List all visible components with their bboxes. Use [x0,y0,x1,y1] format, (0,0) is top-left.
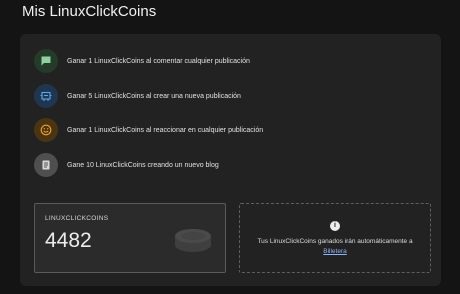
post-icon [34,84,58,108]
earn-item-label: Ganar 1 LinuxClickCoins al reaccionar en… [67,126,264,134]
wallet-info-message: Tus LinuxClickCoins ganados irán automát… [257,238,413,245]
earn-item-label: Gane 10 LinuxClickCoins creando un nuevo… [67,161,219,169]
earn-item-react: Ganar 1 LinuxClickCoins al reaccionar en… [34,117,263,143]
comment-icon [34,49,58,73]
smiley-icon [34,118,58,142]
coins-card: Ganar 1 LinuxClickCoins al comentar cual… [20,34,441,286]
earn-item-blog: Gane 10 LinuxClickCoins creando un nuevo… [34,152,219,178]
blog-icon [34,153,58,177]
wallet-link[interactable]: Billetera [323,248,346,255]
balance-value: 4482 [45,229,92,252]
earn-item-comment: Ganar 1 LinuxClickCoins al comentar cual… [34,48,250,74]
earn-item-label: Ganar 1 LinuxClickCoins al comentar cual… [67,57,250,65]
earn-item-post: Ganar 5 LinuxClickCoins al crear una nue… [34,83,241,109]
wallet-info-box: i Tus LinuxClickCoins ganados irán autom… [239,203,431,273]
page-title: Mis LinuxClickCoins [22,3,157,20]
wallet-info-text: Tus LinuxClickCoins ganados irán automát… [240,237,430,257]
info-icon: i [330,221,340,231]
balance-box: LINUXCLICKCOINS 4482 [34,203,226,273]
coins-icon [173,224,213,261]
earn-item-label: Ganar 5 LinuxClickCoins al crear una nue… [67,92,241,100]
balance-label: LINUXCLICKCOINS [45,215,109,222]
